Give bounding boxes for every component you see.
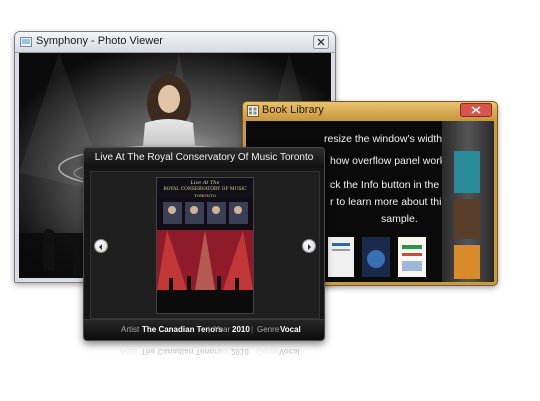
photo-app-icon — [20, 37, 32, 47]
photo-viewer-title: Symphony - Photo Viewer — [36, 35, 163, 47]
album-reflection: Artist The Canadian Tenors Year 2010 Gen… — [83, 340, 323, 390]
overflow-panel[interactable] — [442, 121, 494, 282]
album-metadata-bar: Artist The Canadian Tenors | Year 2010 |… — [84, 319, 324, 340]
overflow-book-covers — [454, 151, 480, 279]
genre-label: Genre — [257, 325, 280, 334]
separator: | — [251, 325, 254, 334]
album-title: Live At The Royal Conservatory Of Music … — [94, 152, 314, 163]
cover-line-2: ROYAL CONSERVATORY OF MUSIC — [163, 187, 247, 192]
info-text-line: sample. — [381, 213, 418, 225]
book-library-titlebar[interactable]: Book Library — [243, 102, 497, 120]
artist-label: Artist — [121, 325, 140, 334]
album-stage: Live At The ROYAL CONSERVATORY OF MUSIC … — [90, 171, 320, 319]
reflection-metadata: Artist The Canadian Tenors Year 2010 Gen… — [83, 342, 323, 356]
close-icon[interactable] — [313, 35, 329, 49]
year-value: 2010 — [232, 325, 250, 334]
close-icon[interactable] — [460, 103, 492, 117]
year-label: Year — [214, 325, 231, 334]
reflection-genre-value: Vocal — [279, 347, 300, 356]
reflection-year-label: Year — [213, 347, 230, 356]
separator: | — [208, 325, 211, 334]
reflection-artist-label: Artist — [120, 347, 139, 356]
album-header: Live At The Royal Conservatory Of Music … — [84, 148, 324, 168]
artist-value: The Canadian Tenors — [142, 325, 223, 334]
album-panel: Live At The Royal Conservatory Of Music … — [83, 147, 325, 341]
chevron-right-icon[interactable] — [302, 239, 316, 253]
reflection-artist-value: The Canadian Tenors — [141, 347, 222, 356]
genre-value: Vocal — [280, 325, 301, 334]
photo-viewer-titlebar[interactable]: Symphony - Photo Viewer — [15, 32, 335, 53]
book-library-title: Book Library — [262, 104, 324, 116]
reflection-genre-label: Genre — [256, 347, 279, 356]
cover-image — [157, 198, 253, 313]
chevron-left-icon[interactable] — [94, 239, 108, 253]
info-text-line: ck the Info button in the — [330, 179, 440, 191]
reflection-year-value: 2010 — [231, 347, 249, 356]
info-text-line: how overflow panel works. — [330, 155, 454, 167]
info-text-line: r to learn more about this — [330, 196, 447, 208]
info-text-line: resize the window's width — [324, 133, 443, 145]
album-cover[interactable]: Live At The ROYAL CONSERVATORY OF MUSIC … — [156, 177, 254, 314]
book-icon — [247, 105, 259, 117]
book-covers-row[interactable] — [326, 235, 436, 279]
cover-line-1: Live At The — [190, 180, 220, 186]
